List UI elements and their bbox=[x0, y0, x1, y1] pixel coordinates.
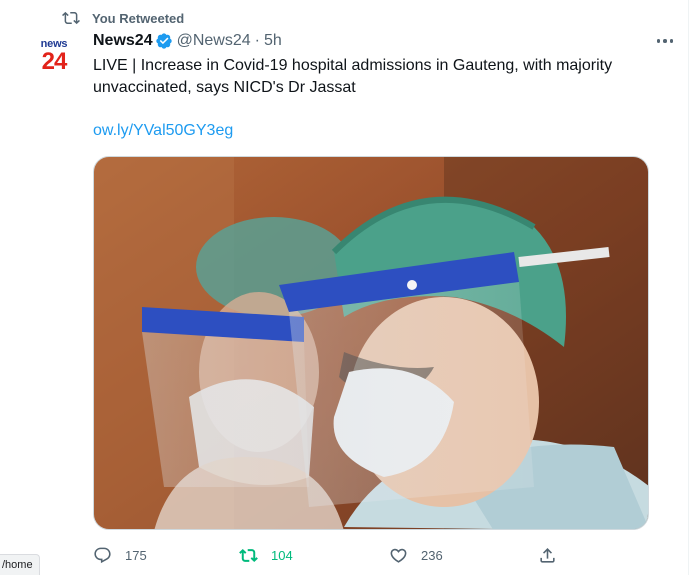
timeline-border bbox=[688, 0, 689, 575]
avatar-logo-number: 24 bbox=[41, 47, 68, 75]
retweeted-context: You Retweeted bbox=[62, 8, 184, 28]
share-icon bbox=[540, 547, 555, 563]
like-button[interactable]: 236 bbox=[389, 542, 443, 568]
health-workers-photo bbox=[94, 157, 648, 529]
tweet-text: LIVE | Increase in Covid-19 hospital adm… bbox=[93, 57, 613, 96]
author-name[interactable]: News24 bbox=[93, 32, 153, 50]
tweet-actions: 175 104 236 bbox=[93, 542, 573, 568]
retweeted-label[interactable]: You Retweeted bbox=[92, 11, 184, 26]
avatar[interactable]: news 24 bbox=[34, 36, 74, 76]
tweet-photo[interactable] bbox=[93, 156, 649, 530]
reply-icon bbox=[94, 547, 111, 563]
like-count: 236 bbox=[421, 547, 443, 563]
verified-badge-icon bbox=[155, 33, 172, 49]
share-button[interactable] bbox=[538, 542, 557, 568]
reply-count: 175 bbox=[125, 547, 147, 563]
tweet-link[interactable]: ow.ly/YVal50GY3eg bbox=[93, 122, 233, 140]
reply-button[interactable]: 175 bbox=[93, 542, 147, 568]
tweet-header: News24 @News24 · 5h bbox=[93, 30, 282, 52]
retweet-active-icon bbox=[239, 548, 258, 562]
retweet-button[interactable]: 104 bbox=[239, 542, 293, 568]
header-separator: · bbox=[254, 32, 260, 49]
tweet-timestamp[interactable]: 5h bbox=[264, 32, 282, 50]
retweet-icon bbox=[62, 11, 80, 25]
browser-status-url: /home bbox=[0, 554, 40, 575]
retweet-count: 104 bbox=[271, 547, 293, 563]
author-handle[interactable]: @News24 bbox=[177, 32, 251, 50]
heart-icon bbox=[390, 548, 407, 563]
more-options-icon[interactable] bbox=[653, 33, 677, 49]
